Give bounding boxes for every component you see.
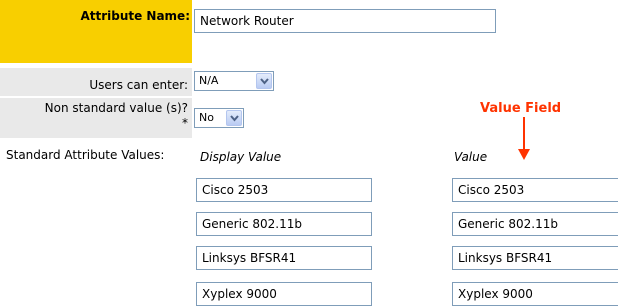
display-value-input[interactable]: Xyplex 9000 xyxy=(196,282,372,306)
non-standard-value-label: Non standard value (s)? * xyxy=(44,101,188,130)
value-field-annotation: Value Field xyxy=(480,101,562,116)
display-value-input[interactable]: Generic 802.11b xyxy=(196,212,372,236)
attribute-name-label: Attribute Name: xyxy=(80,9,190,23)
value-input[interactable]: Xyplex 9000 xyxy=(452,282,618,306)
non-standard-value-selected-value: No xyxy=(199,111,214,124)
value-input[interactable]: Linksys BFSR41 xyxy=(452,246,618,270)
display-value-input[interactable]: Linksys BFSR41 xyxy=(196,246,372,270)
users-can-enter-select[interactable]: N/A xyxy=(194,71,274,91)
attribute-name-input[interactable]: Network Router xyxy=(194,9,496,33)
non-standard-value-select[interactable]: No xyxy=(194,108,244,128)
chevron-down-icon[interactable] xyxy=(226,110,242,126)
chevron-down-icon[interactable] xyxy=(256,73,272,89)
value-input[interactable]: Cisco 2503 xyxy=(452,178,618,202)
arrow-down-icon xyxy=(518,117,530,160)
display-value-header: Display Value xyxy=(200,150,282,164)
users-can-enter-selected-value: N/A xyxy=(199,74,219,87)
users-can-enter-label: Users can enter: xyxy=(89,78,188,92)
display-value-input[interactable]: Cisco 2503 xyxy=(196,178,372,202)
standard-attribute-values-label: Standard Attribute Values: xyxy=(6,148,165,162)
value-header: Value xyxy=(454,150,488,164)
value-input[interactable]: Generic 802.11b xyxy=(452,212,618,236)
